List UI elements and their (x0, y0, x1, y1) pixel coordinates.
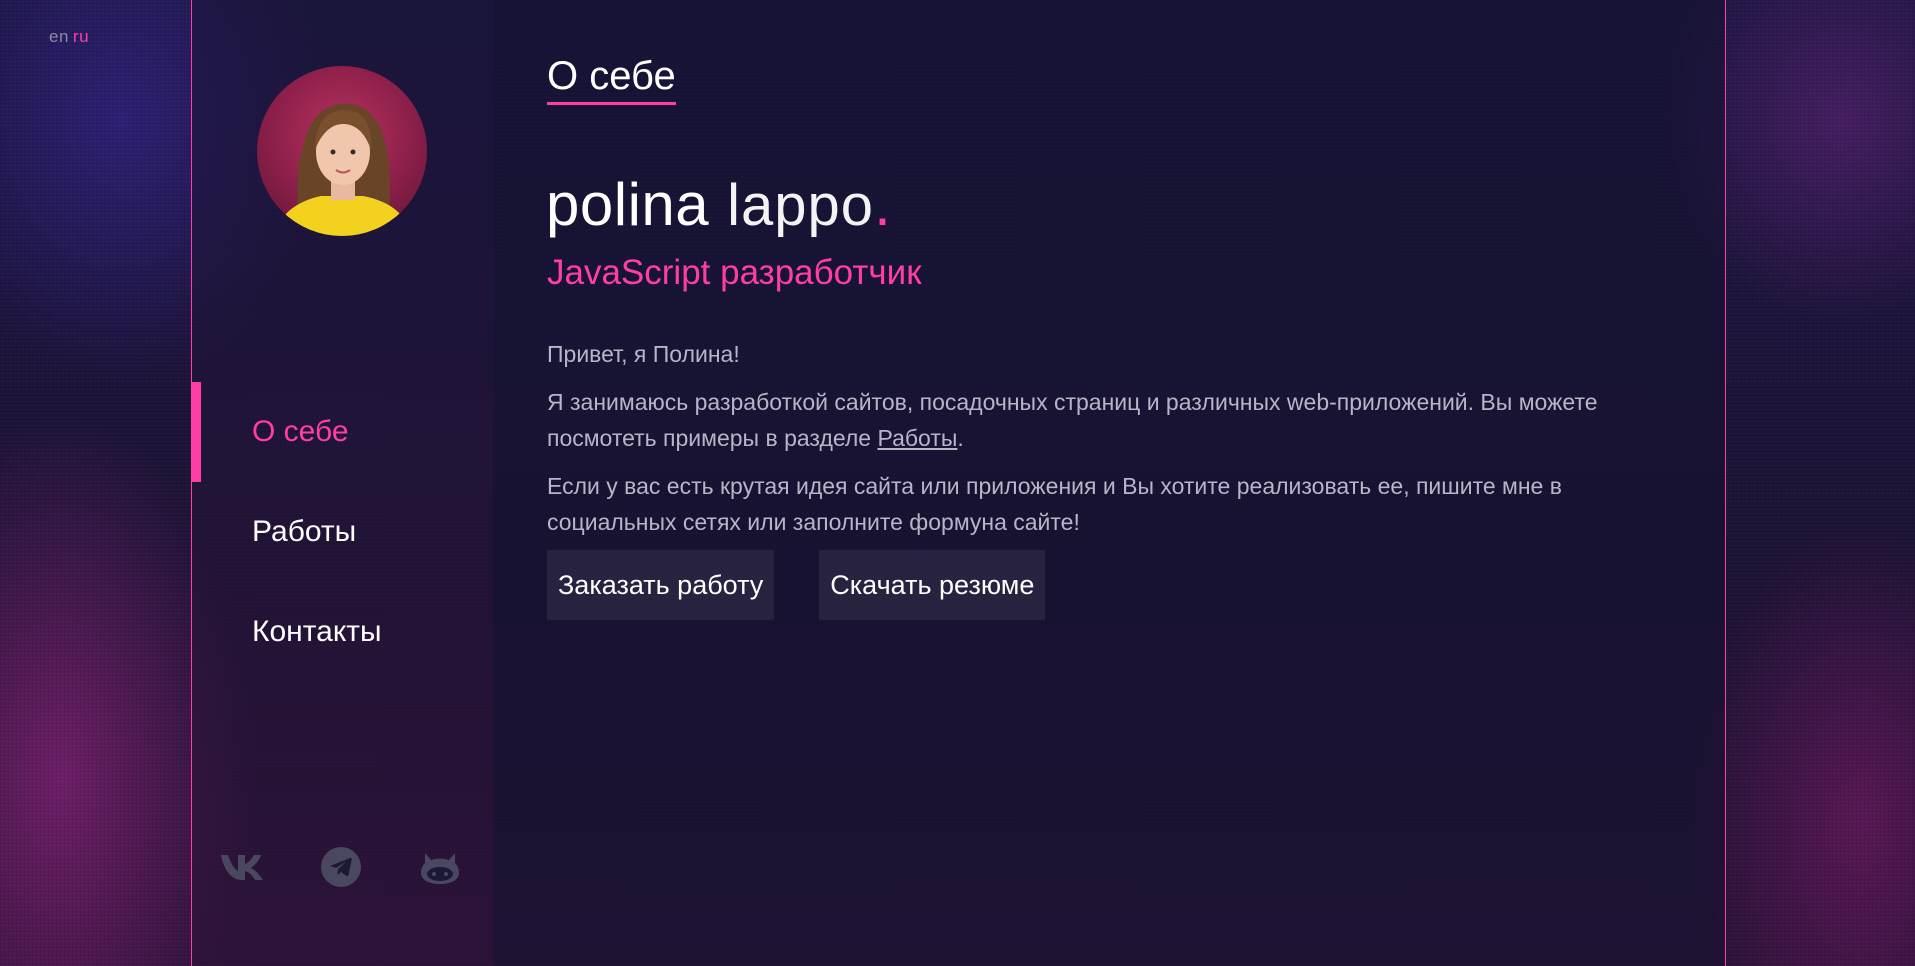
social-links (217, 845, 514, 889)
greeting-text: Привет, я Полина! (547, 341, 740, 367)
github-icon[interactable] (415, 845, 465, 889)
telegram-icon[interactable] (316, 845, 366, 889)
about-paragraph-2: Если у вас есть крутая идея сайта или пр… (547, 473, 1562, 535)
about-paragraph-1: Я занимаюсь разработкой сайтов, посадочн… (547, 384, 1677, 456)
nav-item-label: Контакты (252, 615, 382, 648)
profile-photo (275, 103, 411, 236)
job-title: JavaScript разработчик (547, 253, 922, 292)
nav-item-label: О себе (252, 415, 349, 448)
nav-item-about[interactable]: О себе (191, 382, 493, 482)
about-text: Привет, я Полина! Я занимаюсь разработко… (547, 336, 1677, 552)
works-link[interactable]: Работы (878, 425, 958, 451)
action-buttons: Заказать работу Скачать резюме (547, 550, 1090, 620)
nav-item-label: Работы (252, 515, 357, 548)
paragraph-1-text: Я занимаюсь разработкой сайтов, посадочн… (547, 389, 1598, 451)
lang-en-link[interactable]: en (49, 27, 69, 46)
download-resume-button[interactable]: Скачать резюме (819, 550, 1046, 620)
nav-item-works[interactable]: Работы (192, 482, 493, 582)
language-switcher: en ru (49, 27, 89, 47)
nav-item-contacts[interactable]: Контакты (192, 582, 493, 682)
order-work-button[interactable]: Заказать работу (547, 550, 775, 620)
paragraph-1-suffix: . (957, 425, 964, 451)
main-nav: О себе Работы Контакты (191, 382, 493, 682)
brand-last-name: lappo (727, 173, 875, 238)
brand-dot: . (874, 171, 892, 238)
avatar (257, 66, 427, 236)
main-content: О себе polina lappo. JavaScript разработч… (493, 0, 1726, 966)
vk-icon[interactable] (217, 845, 267, 889)
lang-ru-link[interactable]: ru (73, 27, 89, 46)
brand-logo: polina lappo. (546, 170, 891, 241)
brand-first-name: polina (546, 171, 710, 238)
page-title: О себе (547, 52, 676, 105)
sidebar: О себе Работы Контакты (191, 0, 493, 966)
